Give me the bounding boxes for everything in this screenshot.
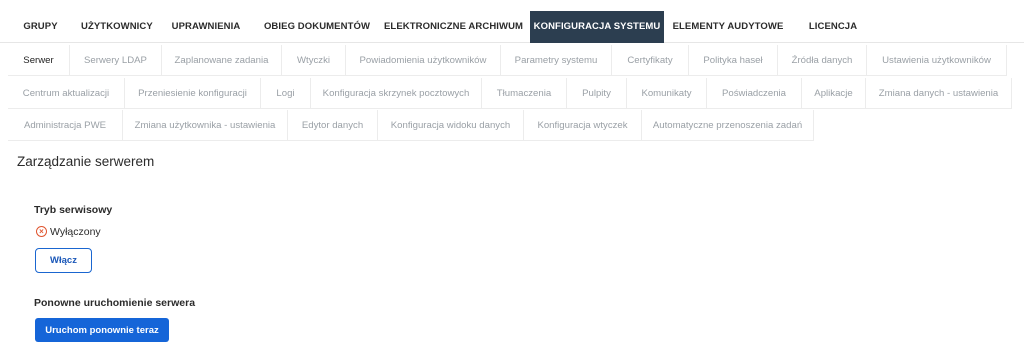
- subtab-konfiguracja-widoku-danych[interactable]: Konfiguracja widoku danych: [378, 110, 524, 141]
- subtab-centrum-aktualizacji[interactable]: Centrum aktualizacji: [8, 78, 125, 109]
- sub-tabs-row-2: Centrum aktualizacji Przeniesienie konfi…: [0, 78, 1024, 109]
- nav-tab-elementy-audytowe[interactable]: ELEMENTY AUDYTOWE: [672, 11, 784, 43]
- subtab-ustawienia-uzytkownikow[interactable]: Ustawienia użytkowników: [867, 45, 1007, 76]
- subtab-pulpity[interactable]: Pulpity: [567, 78, 627, 109]
- service-mode-status-text: Wyłączony: [50, 225, 101, 238]
- x-circle-icon: ×: [36, 226, 47, 237]
- subtab-zaplanowane-zadania[interactable]: Zaplanowane zadania: [162, 45, 282, 76]
- subtab-serwer[interactable]: Serwer: [8, 45, 70, 76]
- subtab-zrodla-danych[interactable]: Źródła danych: [778, 45, 867, 76]
- subtab-aplikacje[interactable]: Aplikacje: [802, 78, 866, 109]
- subtab-parametry-systemu[interactable]: Parametry systemu: [501, 45, 612, 76]
- service-mode-status: × Wyłączony: [36, 224, 101, 239]
- subtab-powiadomienia-uzytkownikow[interactable]: Powiadomienia użytkowników: [346, 45, 501, 76]
- subtab-wtyczki[interactable]: Wtyczki: [282, 45, 346, 76]
- subtab-zmiana-danych-ustawienia[interactable]: Zmiana danych - ustawienia: [866, 78, 1012, 109]
- subtab-logi[interactable]: Logi: [261, 78, 311, 109]
- subtab-edytor-danych[interactable]: Edytor danych: [288, 110, 378, 141]
- nav-tab-uzytkownicy[interactable]: UŻYTKOWNICY: [81, 11, 153, 43]
- subtab-polityka-hasel[interactable]: Polityka haseł: [689, 45, 778, 76]
- nav-tab-uprawnienia[interactable]: UPRAWNIENIA: [168, 11, 244, 43]
- main-navigation: GRUPY UŻYTKOWNICY UPRAWNIENIA OBIEG DOKU…: [0, 0, 1024, 43]
- service-mode-label: Tryb serwisowy: [34, 204, 113, 216]
- nav-tab-obieg-dokumentow[interactable]: OBIEG DOKUMENTÓW: [262, 11, 372, 43]
- subtab-administracja-pwe[interactable]: Administracja PWE: [8, 110, 123, 141]
- nav-tab-licencja[interactable]: LICENCJA: [800, 11, 866, 43]
- restart-server-label: Ponowne uruchomienie serwera: [34, 297, 196, 309]
- sub-tabs-row-3: Administracja PWE Zmiana użytkownika - u…: [0, 110, 1024, 141]
- page-title: Zarządzanie serwerem: [17, 154, 155, 169]
- nav-tab-elektroniczne-archiwum[interactable]: ELEKTRONICZNE ARCHIWUM: [384, 11, 523, 43]
- subtab-komunikaty[interactable]: Komunikaty: [627, 78, 707, 109]
- nav-tab-grupy[interactable]: GRUPY: [13, 11, 68, 43]
- subtab-poswiadczenia[interactable]: Poświadczenia: [707, 78, 802, 109]
- enable-service-mode-button[interactable]: Włącz: [35, 248, 92, 273]
- sub-tabs-row-1: Serwer Serwery LDAP Zaplanowane zadania …: [0, 45, 1024, 76]
- subtab-automatyczne-przenoszenia[interactable]: Automatyczne przenoszenia zadań: [642, 110, 814, 141]
- nav-tab-konfiguracja-systemu[interactable]: KONFIGURACJA SYSTEMU: [530, 11, 664, 43]
- subtab-konfiguracja-skrzynek[interactable]: Konfiguracja skrzynek pocztowych: [311, 78, 482, 109]
- subtab-certyfikaty[interactable]: Certyfikaty: [612, 45, 689, 76]
- subtab-zmiana-uzytkownika-ustawienia[interactable]: Zmiana użytkownika - ustawienia: [123, 110, 288, 141]
- subtab-tlumaczenia[interactable]: Tłumaczenia: [482, 78, 567, 109]
- subtab-serwery-ldap[interactable]: Serwery LDAP: [70, 45, 162, 76]
- subtab-konfiguracja-wtyczek[interactable]: Konfiguracja wtyczek: [524, 110, 642, 141]
- subtab-przeniesienie-konfiguracji[interactable]: Przeniesienie konfiguracji: [125, 78, 261, 109]
- restart-now-button[interactable]: Uruchom ponownie teraz: [35, 318, 169, 342]
